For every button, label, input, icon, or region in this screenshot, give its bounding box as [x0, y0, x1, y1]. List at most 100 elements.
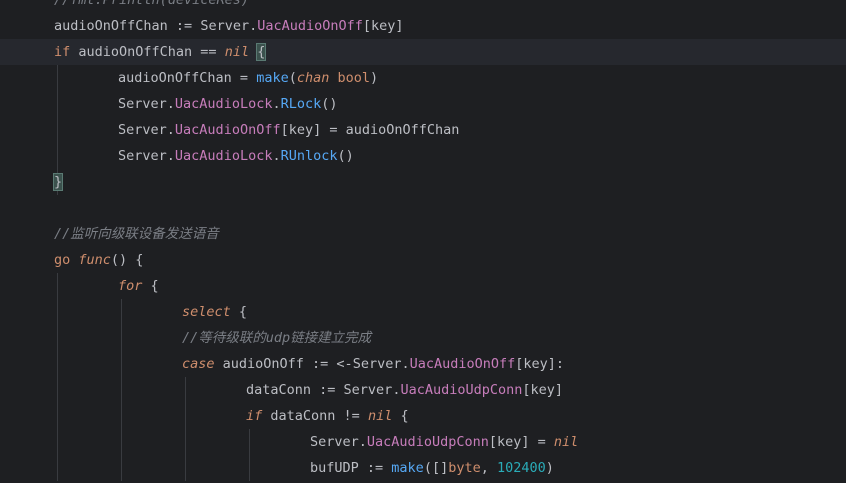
code-line[interactable]: dataConn := Server.UacAudioUdpConn[key] [0, 377, 846, 403]
code-token: [key] [522, 382, 564, 398]
code-token: := [358, 460, 392, 476]
code-token: [key]: [515, 356, 565, 372]
code-line[interactable]: Server.UacAudioOnOff[key] = audioOnOffCh… [0, 117, 846, 143]
code-token: nil [367, 408, 393, 424]
code-editor[interactable]: //fmt.Println(deviceRes) audioOnOffChan :… [0, 0, 846, 483]
code-token: ) [545, 460, 554, 476]
code-line-text: Server.UacAudioLock.RUnlock() [118, 143, 354, 169]
code-line[interactable]: select { [0, 299, 846, 325]
code-token: Server [118, 122, 167, 138]
code-line-text: if audioOnOffChan == nil { [54, 39, 267, 65]
code-line[interactable]: Server.UacAudioLock.RLock() [0, 91, 846, 117]
code-line-text: go func() { [54, 247, 143, 273]
code-token: UacAudioLock [174, 96, 273, 112]
code-token: . [358, 434, 367, 450]
code-token: ([] [423, 460, 449, 476]
code-line[interactable]: //fmt.Println(deviceRes) [0, 0, 846, 13]
code-line-text: Server.UacAudioOnOff[key] = audioOnOffCh… [118, 117, 459, 143]
code-line-text: //监听向级联设备发送语音 [54, 221, 219, 247]
code-line[interactable] [0, 195, 846, 221]
code-line-text: Server.UacAudioUdpConn[key] = nil [310, 429, 578, 455]
code-line-text: for { [118, 273, 159, 299]
code-line[interactable]: for { [0, 273, 846, 299]
code-token: [key] [362, 18, 404, 34]
code-line[interactable]: if dataConn != nil { [0, 403, 846, 429]
code-token: make [391, 460, 424, 476]
code-line-text: select { [182, 299, 247, 325]
code-token: bufUDP [310, 460, 359, 476]
code-token: [key] = audioOnOffChan [280, 122, 460, 138]
code-token: byte [448, 460, 481, 476]
code-token: = [231, 70, 257, 86]
code-token: Server [310, 434, 359, 450]
code-token: Server [352, 356, 402, 372]
code-token: { [142, 278, 159, 294]
code-line-text: audioOnOffChan = make(chan bool) [118, 65, 378, 91]
code-token: , [480, 460, 497, 476]
code-token: . [166, 96, 175, 112]
code-token: () [337, 148, 354, 164]
code-token: UacAudioOnOff [257, 18, 363, 34]
code-token: chan [296, 70, 330, 86]
code-line-text: //fmt.Println(deviceRes) [54, 0, 249, 13]
code-comment: //fmt.Println(deviceRes) [54, 0, 250, 8]
code-line-text: bufUDP := make([]byte, 102400) [310, 455, 554, 481]
code-line[interactable]: go func() { [0, 247, 846, 273]
code-comment: //监听向级联设备发送语音 [54, 226, 219, 242]
code-line[interactable]: } [0, 169, 846, 195]
code-token: . [166, 148, 175, 164]
code-line[interactable]: case audioOnOff := <-Server.UacAudioOnOf… [0, 351, 846, 377]
code-token: go [54, 252, 71, 268]
code-token: () { [110, 252, 144, 268]
code-token: [key] = [488, 434, 554, 450]
code-token: nil [224, 44, 250, 60]
code-token: UacAudioUdpConn [400, 382, 523, 398]
code-token: audioOnOffChan [118, 70, 232, 86]
code-token: () [321, 96, 338, 112]
code-token: RUnlock [280, 148, 338, 164]
code-token: UacAudioUdpConn [366, 434, 489, 450]
code-line-text: dataConn := Server.UacAudioUdpConn[key] [246, 377, 563, 403]
code-line[interactable]: //等待级联的udp链接建立完成 [0, 325, 846, 351]
code-line[interactable]: bufUDP := make([]byte, 102400) [0, 455, 846, 481]
code-token: := [167, 18, 201, 34]
code-token: Server [118, 148, 167, 164]
code-token: dataConn != [262, 408, 368, 424]
code-token: dataConn [246, 382, 312, 398]
code-line[interactable]: Server.UacAudioUdpConn[key] = nil [0, 429, 846, 455]
code-line-text: Server.UacAudioLock.RLock() [118, 91, 338, 117]
code-token: . [249, 18, 258, 34]
code-token: UacAudioOnOff [409, 356, 516, 372]
code-token: bool [337, 70, 371, 86]
code-token: . [401, 356, 410, 372]
code-token: for [118, 278, 143, 294]
code-token: { [230, 304, 248, 320]
code-line[interactable]: audioOnOffChan := Server.UacAudioOnOff[k… [0, 13, 846, 39]
code-token: { [256, 43, 267, 61]
code-token: UacAudioOnOff [174, 122, 281, 138]
code-token: audioOnOff := <- [214, 356, 353, 372]
code-token: . [272, 96, 281, 112]
code-token: . [272, 148, 281, 164]
code-token: make [256, 70, 289, 86]
current-code-line[interactable]: if audioOnOffChan == nil { [0, 39, 846, 65]
code-token: select [182, 304, 231, 320]
code-token: ) [370, 70, 379, 86]
code-token: ( [288, 70, 297, 86]
code-token: UacAudioLock [174, 148, 273, 164]
code-token: { [392, 408, 409, 424]
code-token: case [182, 356, 215, 372]
code-line[interactable]: Server.UacAudioLock.RUnlock() [0, 143, 846, 169]
code-token: Server [200, 18, 250, 34]
code-token: audioOnOffChan == [70, 44, 225, 60]
code-token: func [78, 252, 111, 268]
code-token: nil [553, 434, 579, 450]
code-token: . [166, 122, 175, 138]
code-token: audioOnOffChan [54, 18, 168, 34]
code-line[interactable]: audioOnOffChan = make(chan bool) [0, 65, 846, 91]
code-line[interactable]: //监听向级联设备发送语音 [0, 221, 846, 247]
code-token: if [246, 408, 263, 424]
code-token: 102400 [496, 460, 546, 476]
code-token: Server [118, 96, 167, 112]
